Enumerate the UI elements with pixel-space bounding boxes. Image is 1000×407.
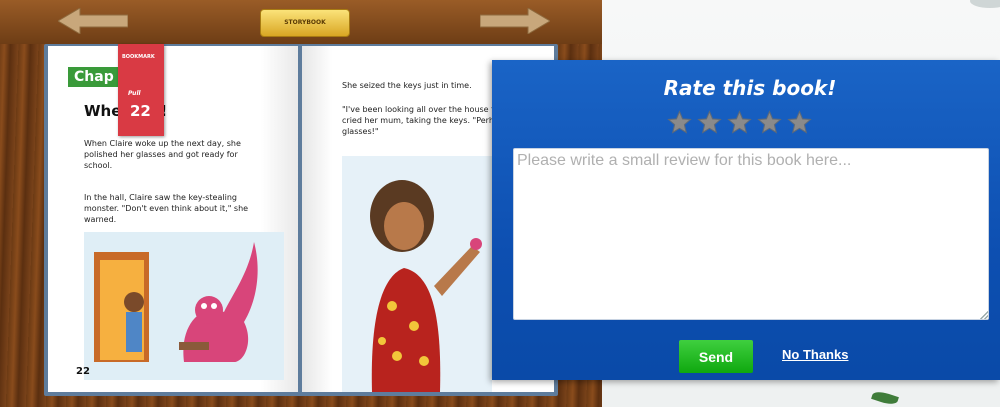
star-3-icon[interactable] bbox=[727, 110, 752, 135]
previous-page-button[interactable] bbox=[57, 7, 129, 35]
next-page-button[interactable] bbox=[479, 7, 551, 35]
star-5-icon[interactable] bbox=[787, 110, 812, 135]
dialog-title: Rate this book! bbox=[663, 76, 837, 100]
arrow-right-icon bbox=[479, 7, 551, 35]
send-button[interactable]: Send bbox=[679, 340, 753, 373]
app-logo: STORYBOOK bbox=[260, 9, 350, 37]
star-2-icon[interactable] bbox=[697, 110, 722, 135]
left-paragraph-2: In the hall, Claire saw the key-stealing… bbox=[84, 193, 249, 224]
bookmark-tag: BOOKMARK bbox=[122, 54, 155, 60]
star-4-icon[interactable] bbox=[757, 110, 782, 135]
star-rating bbox=[667, 110, 837, 138]
arrow-left-icon bbox=[57, 7, 129, 35]
left-paragraph-1: When Claire woke up the next day, she po… bbox=[84, 139, 241, 170]
bookmark-level-label: Pull bbox=[128, 90, 141, 97]
girl-illustration bbox=[342, 156, 492, 392]
monster-illustration bbox=[84, 232, 284, 380]
bookmark-number: 22 bbox=[130, 102, 151, 120]
bookmark-ribbon[interactable]: BOOKMARK Pull 22 bbox=[118, 44, 164, 136]
no-thanks-link[interactable]: No Thanks bbox=[782, 347, 848, 362]
review-textarea[interactable] bbox=[513, 148, 989, 320]
chapter-heading: Chap bbox=[68, 67, 120, 87]
page-number: 22 bbox=[76, 366, 90, 377]
left-page: Chap Whe ight! When Claire woke up the n… bbox=[48, 46, 298, 392]
resize-grip-icon[interactable] bbox=[980, 311, 988, 319]
star-1-icon[interactable] bbox=[667, 110, 692, 135]
rate-book-dialog: Rate this book! Send No Thanks bbox=[492, 60, 1000, 380]
book-toolbar: STORYBOOK bbox=[0, 0, 602, 44]
